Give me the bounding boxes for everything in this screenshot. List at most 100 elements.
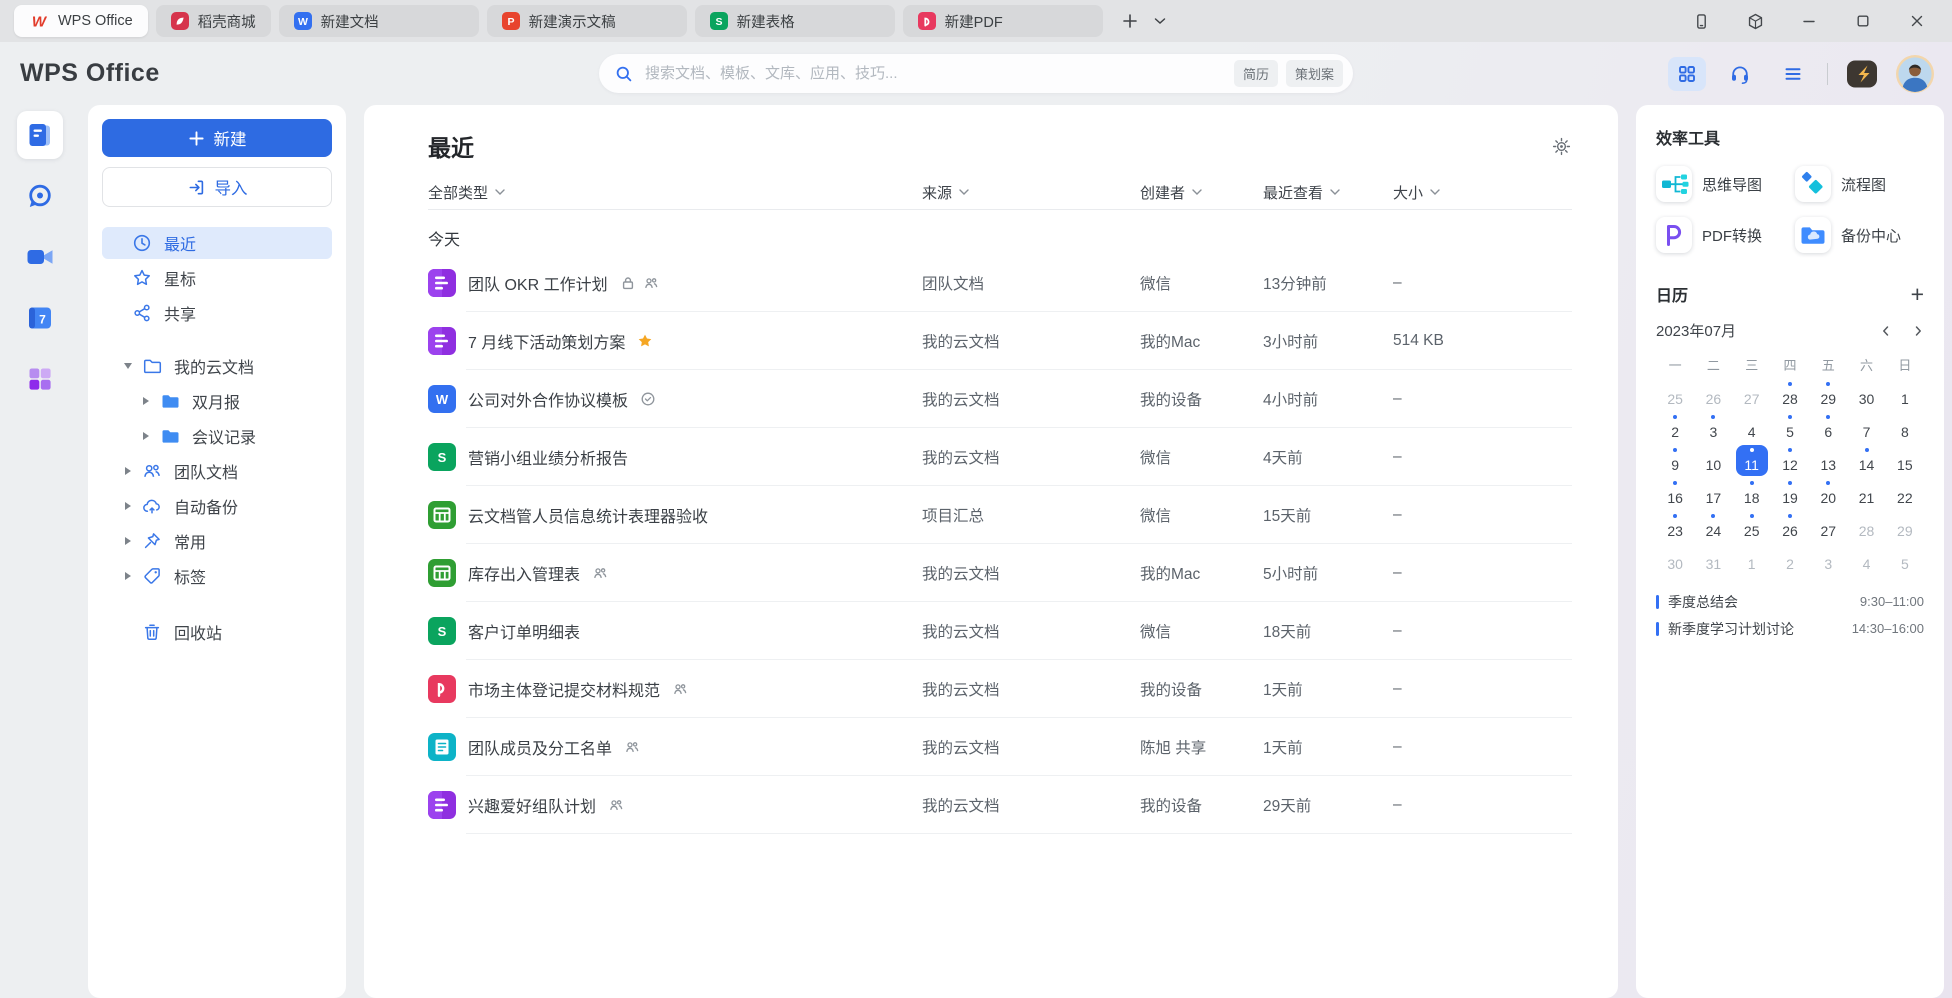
tab-writer[interactable]: W新建文档 [279, 5, 479, 37]
calendar-day[interactable]: 28 [1774, 379, 1806, 410]
calendar-day[interactable]: 27 [1736, 379, 1768, 410]
expand-caret-icon[interactable] [122, 363, 134, 369]
tool-flowchart[interactable]: 流程图 [1795, 163, 1924, 205]
widget-button[interactable] [1740, 6, 1770, 36]
calendar-day[interactable]: 4 [1851, 544, 1883, 575]
calendar-day[interactable]: 19 [1774, 478, 1806, 509]
file-row[interactable]: 兴趣爱好组队计划我的云文档我的设备29天前– [428, 776, 1572, 834]
calendar-prev-button[interactable] [1880, 325, 1892, 337]
calendar-day[interactable]: 1 [1889, 379, 1921, 410]
import-button[interactable]: 导入 [102, 167, 332, 207]
rail-calendar-button[interactable]: 7 [17, 294, 63, 342]
calendar-day[interactable]: 23 [1659, 511, 1691, 542]
calendar-day[interactable]: 30 [1851, 379, 1883, 410]
calendar-day[interactable]: 15 [1889, 445, 1921, 476]
sidebar-item-star[interactable]: 星标 [102, 262, 332, 294]
filter-viewed[interactable]: 最近查看 [1263, 182, 1393, 203]
calendar-day[interactable]: 29 [1889, 511, 1921, 542]
calendar-day[interactable]: 20 [1812, 478, 1844, 509]
calendar-day[interactable]: 2 [1774, 544, 1806, 575]
expand-caret-icon[interactable] [122, 537, 134, 545]
search-tag-1[interactable]: 策划案 [1286, 60, 1343, 87]
tree-item-0[interactable]: 我的云文档 [102, 351, 332, 381]
tree-item-5[interactable]: 常用 [102, 526, 332, 556]
file-row[interactable]: 团队 OKR 工作计划团队文档微信13分钟前– [428, 254, 1572, 312]
calendar-day[interactable]: 17 [1697, 478, 1729, 509]
minimize-button[interactable] [1794, 6, 1824, 36]
menu-lines-button[interactable] [1774, 57, 1812, 91]
file-row[interactable]: 7 月线下活动策划方案我的云文档我的Mac3小时前514 KB [428, 312, 1572, 370]
headset-button[interactable] [1721, 57, 1759, 91]
calendar-day[interactable]: 31 [1697, 544, 1729, 575]
tool-pdf-convert[interactable]: PDF转换 [1656, 214, 1785, 256]
new-tab-button[interactable] [1117, 8, 1143, 34]
calendar-day[interactable]: 28 [1851, 511, 1883, 542]
calendar-day[interactable]: 11 [1736, 445, 1768, 476]
calendar-day[interactable]: 7 [1851, 412, 1883, 443]
expand-caret-icon[interactable] [122, 467, 134, 475]
search-bar[interactable]: 简历策划案 [599, 54, 1353, 93]
apps-grid-button[interactable] [1668, 57, 1706, 91]
sidebar-item-trash[interactable]: 回收站 [102, 617, 332, 647]
calendar-day[interactable]: 5 [1774, 412, 1806, 443]
file-row[interactable]: 云文档管人员信息统计表理器验收项目汇总微信15天前– [428, 486, 1572, 544]
sidebar-item-share[interactable]: 共享 [102, 297, 332, 329]
expand-caret-icon[interactable] [122, 572, 134, 580]
calendar-day[interactable]: 22 [1889, 478, 1921, 509]
filter-size[interactable]: 大小 [1393, 182, 1572, 203]
calendar-day[interactable]: 18 [1736, 478, 1768, 509]
search-input[interactable] [643, 64, 1234, 83]
file-row[interactable]: S营销小组业绩分析报告我的云文档微信4天前– [428, 428, 1572, 486]
rail-apps-button[interactable] [17, 355, 63, 403]
tool-backup-center[interactable]: 备份中心 [1795, 214, 1924, 256]
tree-item-6[interactable]: 标签 [102, 561, 332, 591]
filter-source[interactable]: 来源 [922, 182, 1140, 203]
file-row[interactable]: 团队成员及分工名单我的云文档陈旭 共享1天前– [428, 718, 1572, 776]
file-row[interactable]: W公司对外合作协议模板我的云文档我的设备4小时前– [428, 370, 1572, 428]
expand-caret-icon[interactable] [122, 502, 134, 510]
filter-type[interactable]: 全部类型 [428, 182, 922, 203]
calendar-day[interactable]: 14 [1851, 445, 1883, 476]
search-tag-0[interactable]: 简历 [1234, 60, 1278, 87]
calendar-day[interactable]: 5 [1889, 544, 1921, 575]
calendar-day[interactable]: 21 [1851, 478, 1883, 509]
tree-item-4[interactable]: 自动备份 [102, 491, 332, 521]
rail-chat-button[interactable] [17, 172, 63, 220]
close-button[interactable] [1902, 6, 1932, 36]
tab-docer[interactable]: 稻壳商城 [156, 5, 271, 37]
calendar-day[interactable]: 25 [1736, 511, 1768, 542]
file-row[interactable]: 库存出入管理表我的云文档我的Mac5小时前– [428, 544, 1572, 602]
expand-caret-icon[interactable] [140, 432, 152, 440]
calendar-day[interactable]: 27 [1812, 511, 1844, 542]
tree-item-3[interactable]: 团队文档 [102, 456, 332, 486]
svip-badge-button[interactable] [1843, 57, 1881, 91]
calendar-day[interactable]: 25 [1659, 379, 1691, 410]
calendar-next-button[interactable] [1912, 325, 1924, 337]
calendar-day[interactable]: 12 [1774, 445, 1806, 476]
tree-item-1[interactable]: 双月报 [102, 386, 332, 416]
tab-wps-logo[interactable]: WWPS Office [14, 5, 148, 37]
tab-slides[interactable]: P新建演示文稿 [487, 5, 687, 37]
add-event-button[interactable]: + [1911, 284, 1924, 304]
file-row[interactable]: 市场主体登记提交材料规范我的云文档我的设备1天前– [428, 660, 1572, 718]
tab-sheet[interactable]: S新建表格 [695, 5, 895, 37]
calendar-day[interactable]: 4 [1736, 412, 1768, 443]
calendar-event[interactable]: 季度总结会9:30–11:00 [1656, 588, 1924, 615]
sidebar-item-clock[interactable]: 最近 [102, 227, 332, 259]
calendar-day[interactable]: 3 [1697, 412, 1729, 443]
phone-button[interactable] [1686, 6, 1716, 36]
calendar-day[interactable]: 29 [1812, 379, 1844, 410]
calendar-day[interactable]: 2 [1659, 412, 1691, 443]
tree-item-2[interactable]: 会议记录 [102, 421, 332, 451]
rail-docs-button[interactable] [17, 111, 63, 159]
calendar-day[interactable]: 26 [1774, 511, 1806, 542]
calendar-day[interactable]: 13 [1812, 445, 1844, 476]
calendar-day[interactable]: 3 [1812, 544, 1844, 575]
settings-gear-icon[interactable] [1551, 136, 1572, 157]
avatar-button[interactable] [1896, 57, 1934, 91]
rail-meeting-button[interactable] [17, 233, 63, 281]
calendar-day[interactable]: 16 [1659, 478, 1691, 509]
tab-pdf[interactable]: 新建PDF [903, 5, 1103, 37]
new-document-button[interactable]: 新建 [102, 119, 332, 157]
calendar-day[interactable]: 6 [1812, 412, 1844, 443]
